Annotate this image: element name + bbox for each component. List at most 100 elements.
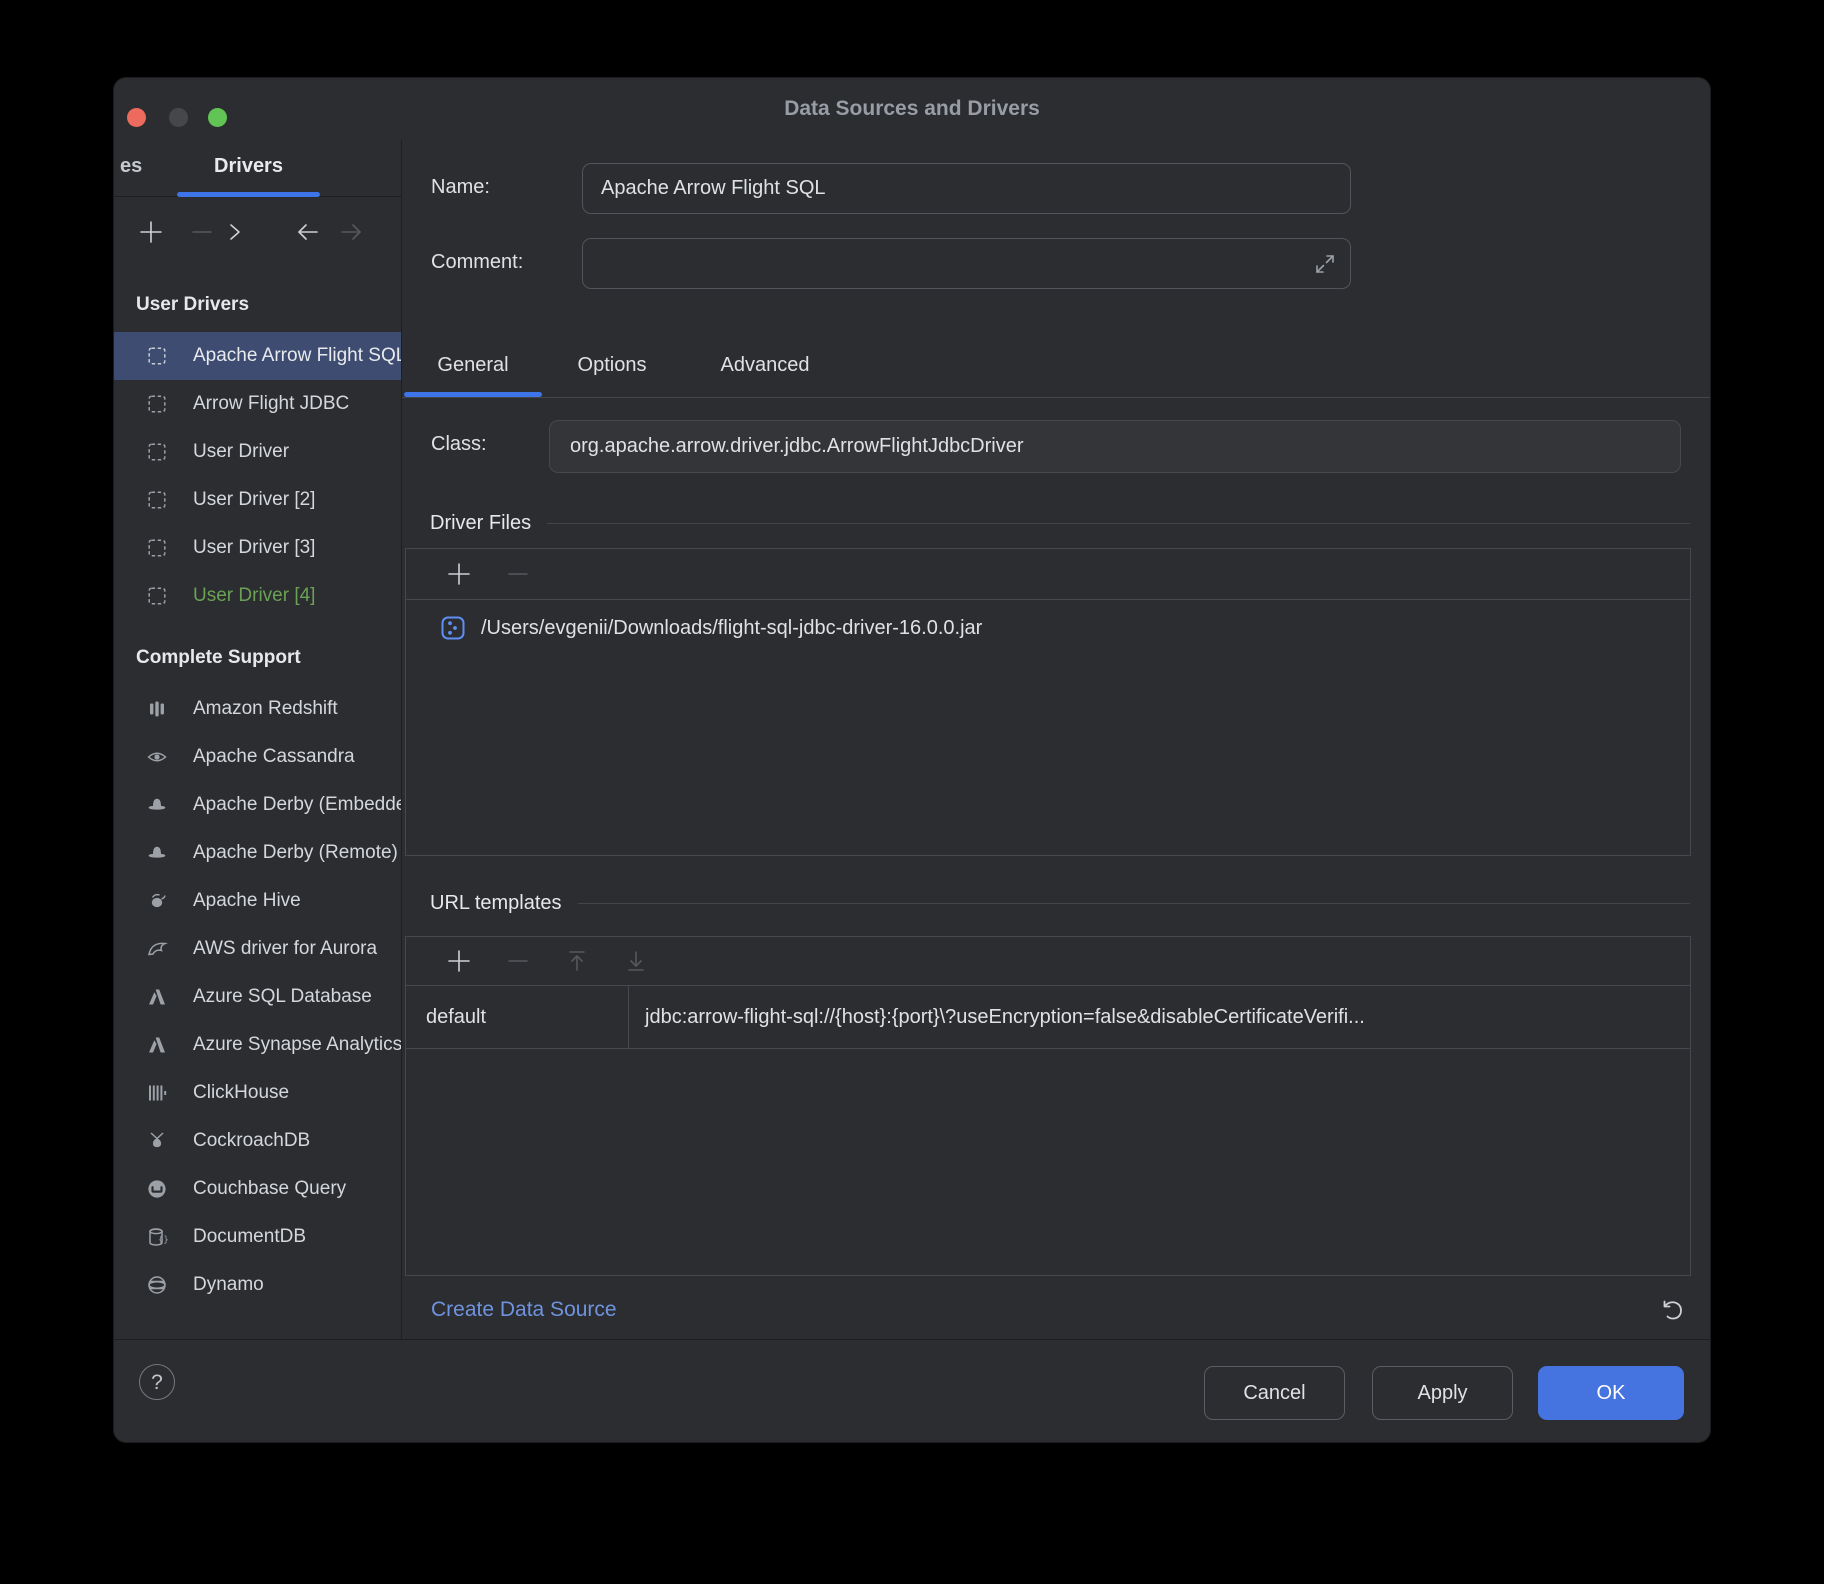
list-item-aws-driver-for-aurora[interactable]: AWS driver for Aurora	[114, 925, 401, 973]
window-title: Data Sources and Drivers	[114, 78, 1710, 140]
class-label: Class:	[431, 433, 487, 456]
driver-list: User DriversApache Arrow Flight SQLArrow…	[114, 267, 401, 1339]
dialog-body: es Drivers User DriversApache Arrow Flig…	[114, 140, 1710, 1339]
ok-button[interactable]: OK	[1538, 1366, 1684, 1420]
list-item-label: User Driver	[193, 441, 289, 463]
add-file-button[interactable]	[446, 561, 472, 587]
driver-file-row[interactable]: /Users/evgenii/Downloads/flight-sql-jdbc…	[406, 600, 1690, 656]
zoom-window-button[interactable]	[208, 108, 227, 127]
user-driver-icon	[146, 393, 168, 415]
dialog-footer: ? Cancel Apply OK	[114, 1339, 1710, 1442]
list-item-label: Apache Hive	[193, 890, 301, 912]
list-item-apache-hive[interactable]: Apache Hive	[114, 877, 401, 925]
list-item-label: Azure Synapse Analytics	[193, 1034, 401, 1056]
tab-data-sources[interactable]: es	[120, 155, 142, 178]
screen: { "colors": {"accent_blue": "#3d74e8", "…	[0, 0, 1824, 1584]
add-template-button[interactable]	[446, 948, 472, 974]
dolphin-icon	[146, 938, 168, 960]
list-item-label: Azure SQL Database	[193, 986, 372, 1008]
user-driver-icon	[146, 585, 168, 607]
user-driver-icon	[146, 441, 168, 463]
tab-general-underline	[404, 392, 542, 397]
user-driver-icon	[146, 537, 168, 559]
list-item-label: Apache Arrow Flight SQL	[193, 345, 401, 367]
create-data-source-link[interactable]: Create Data Source	[431, 1298, 617, 1322]
list-item-label: AWS driver for Aurora	[193, 938, 377, 960]
url-templates-panel: default jdbc:arrow-flight-sql://{host}:{…	[405, 936, 1691, 1276]
forward-button[interactable]	[338, 219, 364, 245]
apply-button[interactable]: Apply	[1372, 1366, 1513, 1420]
url-template-row[interactable]: default jdbc:arrow-flight-sql://{host}:{…	[406, 986, 1690, 1049]
list-item-label: User Driver [3]	[193, 537, 315, 559]
list-item-label: Apache Derby (Remote)	[193, 842, 398, 864]
list-item-user-driver-2-[interactable]: User Driver [2]	[114, 476, 401, 524]
documentdb-icon: {}	[146, 1226, 168, 1248]
list-item-documentdb[interactable]: {} DocumentDB	[114, 1213, 401, 1261]
jar-file-icon	[440, 615, 466, 641]
list-item-apache-arrow-flight-sql[interactable]: Apache Arrow Flight SQL	[114, 332, 401, 380]
list-item-apache-derby-remote-[interactable]: Apache Derby (Remote)	[114, 829, 401, 877]
derby-icon	[146, 842, 168, 864]
tab-advanced[interactable]: Advanced	[699, 336, 831, 392]
list-item-user-driver-4-[interactable]: User Driver [4]	[114, 572, 401, 620]
cassandra-icon	[146, 746, 168, 768]
dynamo-icon	[146, 1274, 168, 1296]
list-item-couchbase-query[interactable]: Couchbase Query	[114, 1165, 401, 1213]
minimize-window-button[interactable]	[169, 108, 188, 127]
create-data-source-row: Create Data Source	[402, 1282, 1710, 1346]
comment-input[interactable]	[582, 238, 1351, 289]
list-item-label: CockroachDB	[193, 1130, 310, 1152]
svg-text:{}: {}	[158, 1236, 168, 1246]
couchbase-icon	[146, 1178, 168, 1200]
section-header-complete-support: Complete Support	[114, 646, 401, 669]
tab-drivers[interactable]: Drivers	[177, 155, 320, 178]
remove-file-button[interactable]	[505, 561, 531, 587]
list-item-label: Apache Cassandra	[193, 746, 355, 768]
comment-label: Comment:	[431, 251, 523, 274]
url-templates-header: URL templates	[430, 889, 1690, 917]
name-input[interactable]: Apache Arrow Flight SQL	[582, 163, 1351, 214]
url-template-value[interactable]: jdbc:arrow-flight-sql://{host}:{port}\?u…	[629, 986, 1690, 1048]
title-bar[interactable]: Data Sources and Drivers	[114, 78, 1710, 140]
driver-files-header: Driver Files	[430, 509, 1690, 537]
list-item-label: DocumentDB	[193, 1226, 306, 1248]
list-item-cockroachdb[interactable]: CockroachDB	[114, 1117, 401, 1165]
driver-file-path: /Users/evgenii/Downloads/flight-sql-jdbc…	[481, 617, 982, 640]
list-item-clickhouse[interactable]: ClickHouse	[114, 1069, 401, 1117]
user-driver-icon	[146, 489, 168, 511]
add-driver-button[interactable]	[138, 219, 164, 245]
list-item-dynamo[interactable]: Dynamo	[114, 1261, 401, 1309]
undo-icon[interactable]	[1658, 1296, 1688, 1326]
list-item-arrow-flight-jdbc[interactable]: Arrow Flight JDBC	[114, 380, 401, 428]
class-dropdown[interactable]: org.apache.arrow.driver.jdbc.ArrowFlight…	[549, 420, 1681, 473]
duplicate-chevron-button[interactable]	[222, 219, 248, 245]
clickhouse-icon	[146, 1082, 168, 1104]
move-down-button[interactable]	[623, 948, 649, 974]
sidebar-toolbar	[114, 197, 401, 267]
remove-template-button[interactable]	[505, 948, 531, 974]
list-item-azure-sql-database[interactable]: Azure SQL Database	[114, 973, 401, 1021]
list-item-label: ClickHouse	[193, 1082, 289, 1104]
list-item-apache-cassandra[interactable]: Apache Cassandra	[114, 733, 401, 781]
help-button[interactable]: ?	[139, 1364, 175, 1400]
list-item-label: User Driver [4]	[193, 585, 315, 607]
tab-general[interactable]: General	[404, 336, 542, 392]
name-value: Apache Arrow Flight SQL	[601, 177, 826, 200]
list-item-user-driver-3-[interactable]: User Driver [3]	[114, 524, 401, 572]
move-up-button[interactable]	[564, 948, 590, 974]
cancel-button[interactable]: Cancel	[1204, 1366, 1345, 1420]
back-button[interactable]	[295, 219, 321, 245]
user-driver-icon	[146, 345, 168, 367]
list-item-azure-synapse-analytics[interactable]: Azure Synapse Analytics	[114, 1021, 401, 1069]
list-item-apache-derby-embedded-[interactable]: Apache Derby (Embedded)	[114, 781, 401, 829]
remove-driver-button[interactable]	[189, 219, 215, 245]
url-template-name[interactable]: default	[406, 986, 629, 1048]
list-item-user-driver[interactable]: User Driver	[114, 428, 401, 476]
list-item-amazon-redshift[interactable]: Amazon Redshift	[114, 685, 401, 733]
close-window-button[interactable]	[127, 108, 146, 127]
hive-icon	[146, 890, 168, 912]
tab-options[interactable]: Options	[557, 336, 667, 392]
name-label: Name:	[431, 176, 490, 199]
expand-icon[interactable]	[1312, 251, 1338, 277]
list-item-label: Amazon Redshift	[193, 698, 338, 720]
